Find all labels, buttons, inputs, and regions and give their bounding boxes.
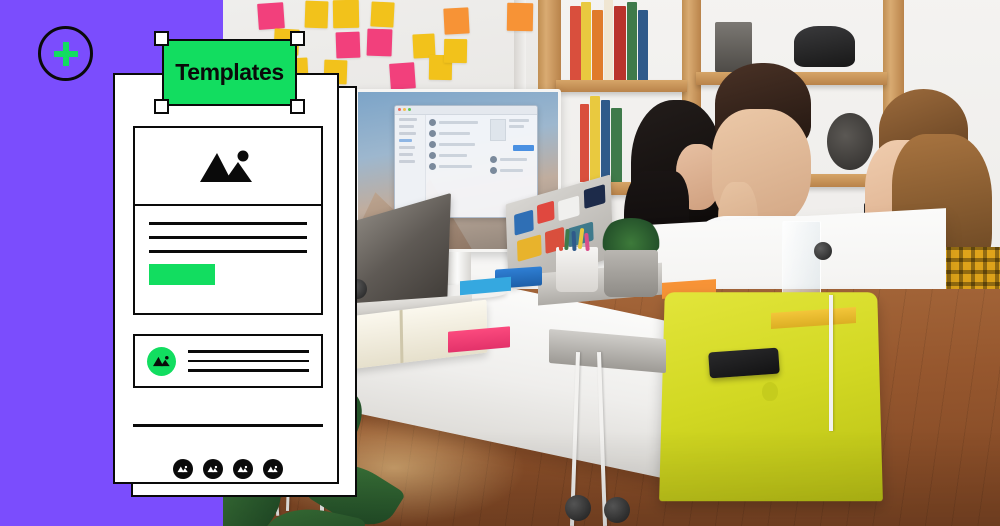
icon-chip[interactable]	[203, 459, 223, 479]
pen-cup	[555, 228, 599, 292]
hero-image-area[interactable]	[135, 128, 321, 206]
icon-row	[133, 459, 323, 479]
banner-canvas: Templates	[0, 0, 1000, 526]
placeholder-line	[188, 359, 309, 363]
resize-handle-bottom-right[interactable]	[290, 99, 305, 114]
icon-chip[interactable]	[233, 459, 253, 479]
mountain-image-icon	[237, 465, 248, 473]
sticky-note	[366, 28, 393, 57]
hero-text-lines	[135, 206, 321, 285]
placeholder-line	[149, 250, 307, 253]
icon-chip[interactable]	[173, 459, 193, 479]
media-avatar	[147, 346, 176, 376]
laptop-logo-icon	[762, 381, 779, 401]
hero-cta-button[interactable]	[149, 264, 215, 285]
placeholder-line	[149, 222, 307, 225]
sticky-note	[389, 62, 416, 91]
templates-selection[interactable]: Templates	[154, 31, 305, 114]
sticky-note	[443, 7, 470, 35]
mountain-image-icon	[177, 465, 188, 473]
placeholder-line	[149, 236, 307, 239]
sticky-note	[304, 0, 329, 29]
template-card-front[interactable]	[113, 73, 339, 484]
smartphone	[707, 347, 780, 379]
resize-handle-top-left[interactable]	[154, 31, 169, 46]
plant-pot	[603, 249, 659, 298]
mountain-image-icon	[207, 465, 218, 473]
divider-rule	[133, 424, 323, 427]
sticky-note	[257, 1, 286, 30]
sticky-note	[444, 39, 468, 64]
icon-chip[interactable]	[263, 459, 283, 479]
hero-block[interactable]	[133, 126, 323, 315]
sticky-note	[333, 0, 360, 29]
media-text-lines	[188, 350, 309, 372]
plus-icon	[53, 41, 78, 66]
sticky-note	[506, 2, 534, 32]
mountain-image-icon	[200, 150, 252, 182]
add-button[interactable]	[38, 26, 93, 81]
media-row-block[interactable]	[133, 334, 323, 388]
sticky-note	[369, 1, 395, 28]
water-glass	[782, 220, 822, 300]
resize-handle-top-right[interactable]	[290, 31, 305, 46]
table-caster	[813, 241, 832, 260]
templates-label: Templates	[175, 59, 284, 85]
placeholder-line	[188, 350, 309, 353]
placeholder-line	[188, 369, 309, 372]
templates-chip[interactable]: Templates	[162, 39, 297, 106]
mountain-image-icon	[267, 465, 278, 473]
mountain-image-icon	[152, 356, 170, 367]
table-leg	[829, 294, 833, 432]
sticky-note	[335, 31, 361, 59]
resize-handle-bottom-left[interactable]	[154, 99, 169, 114]
